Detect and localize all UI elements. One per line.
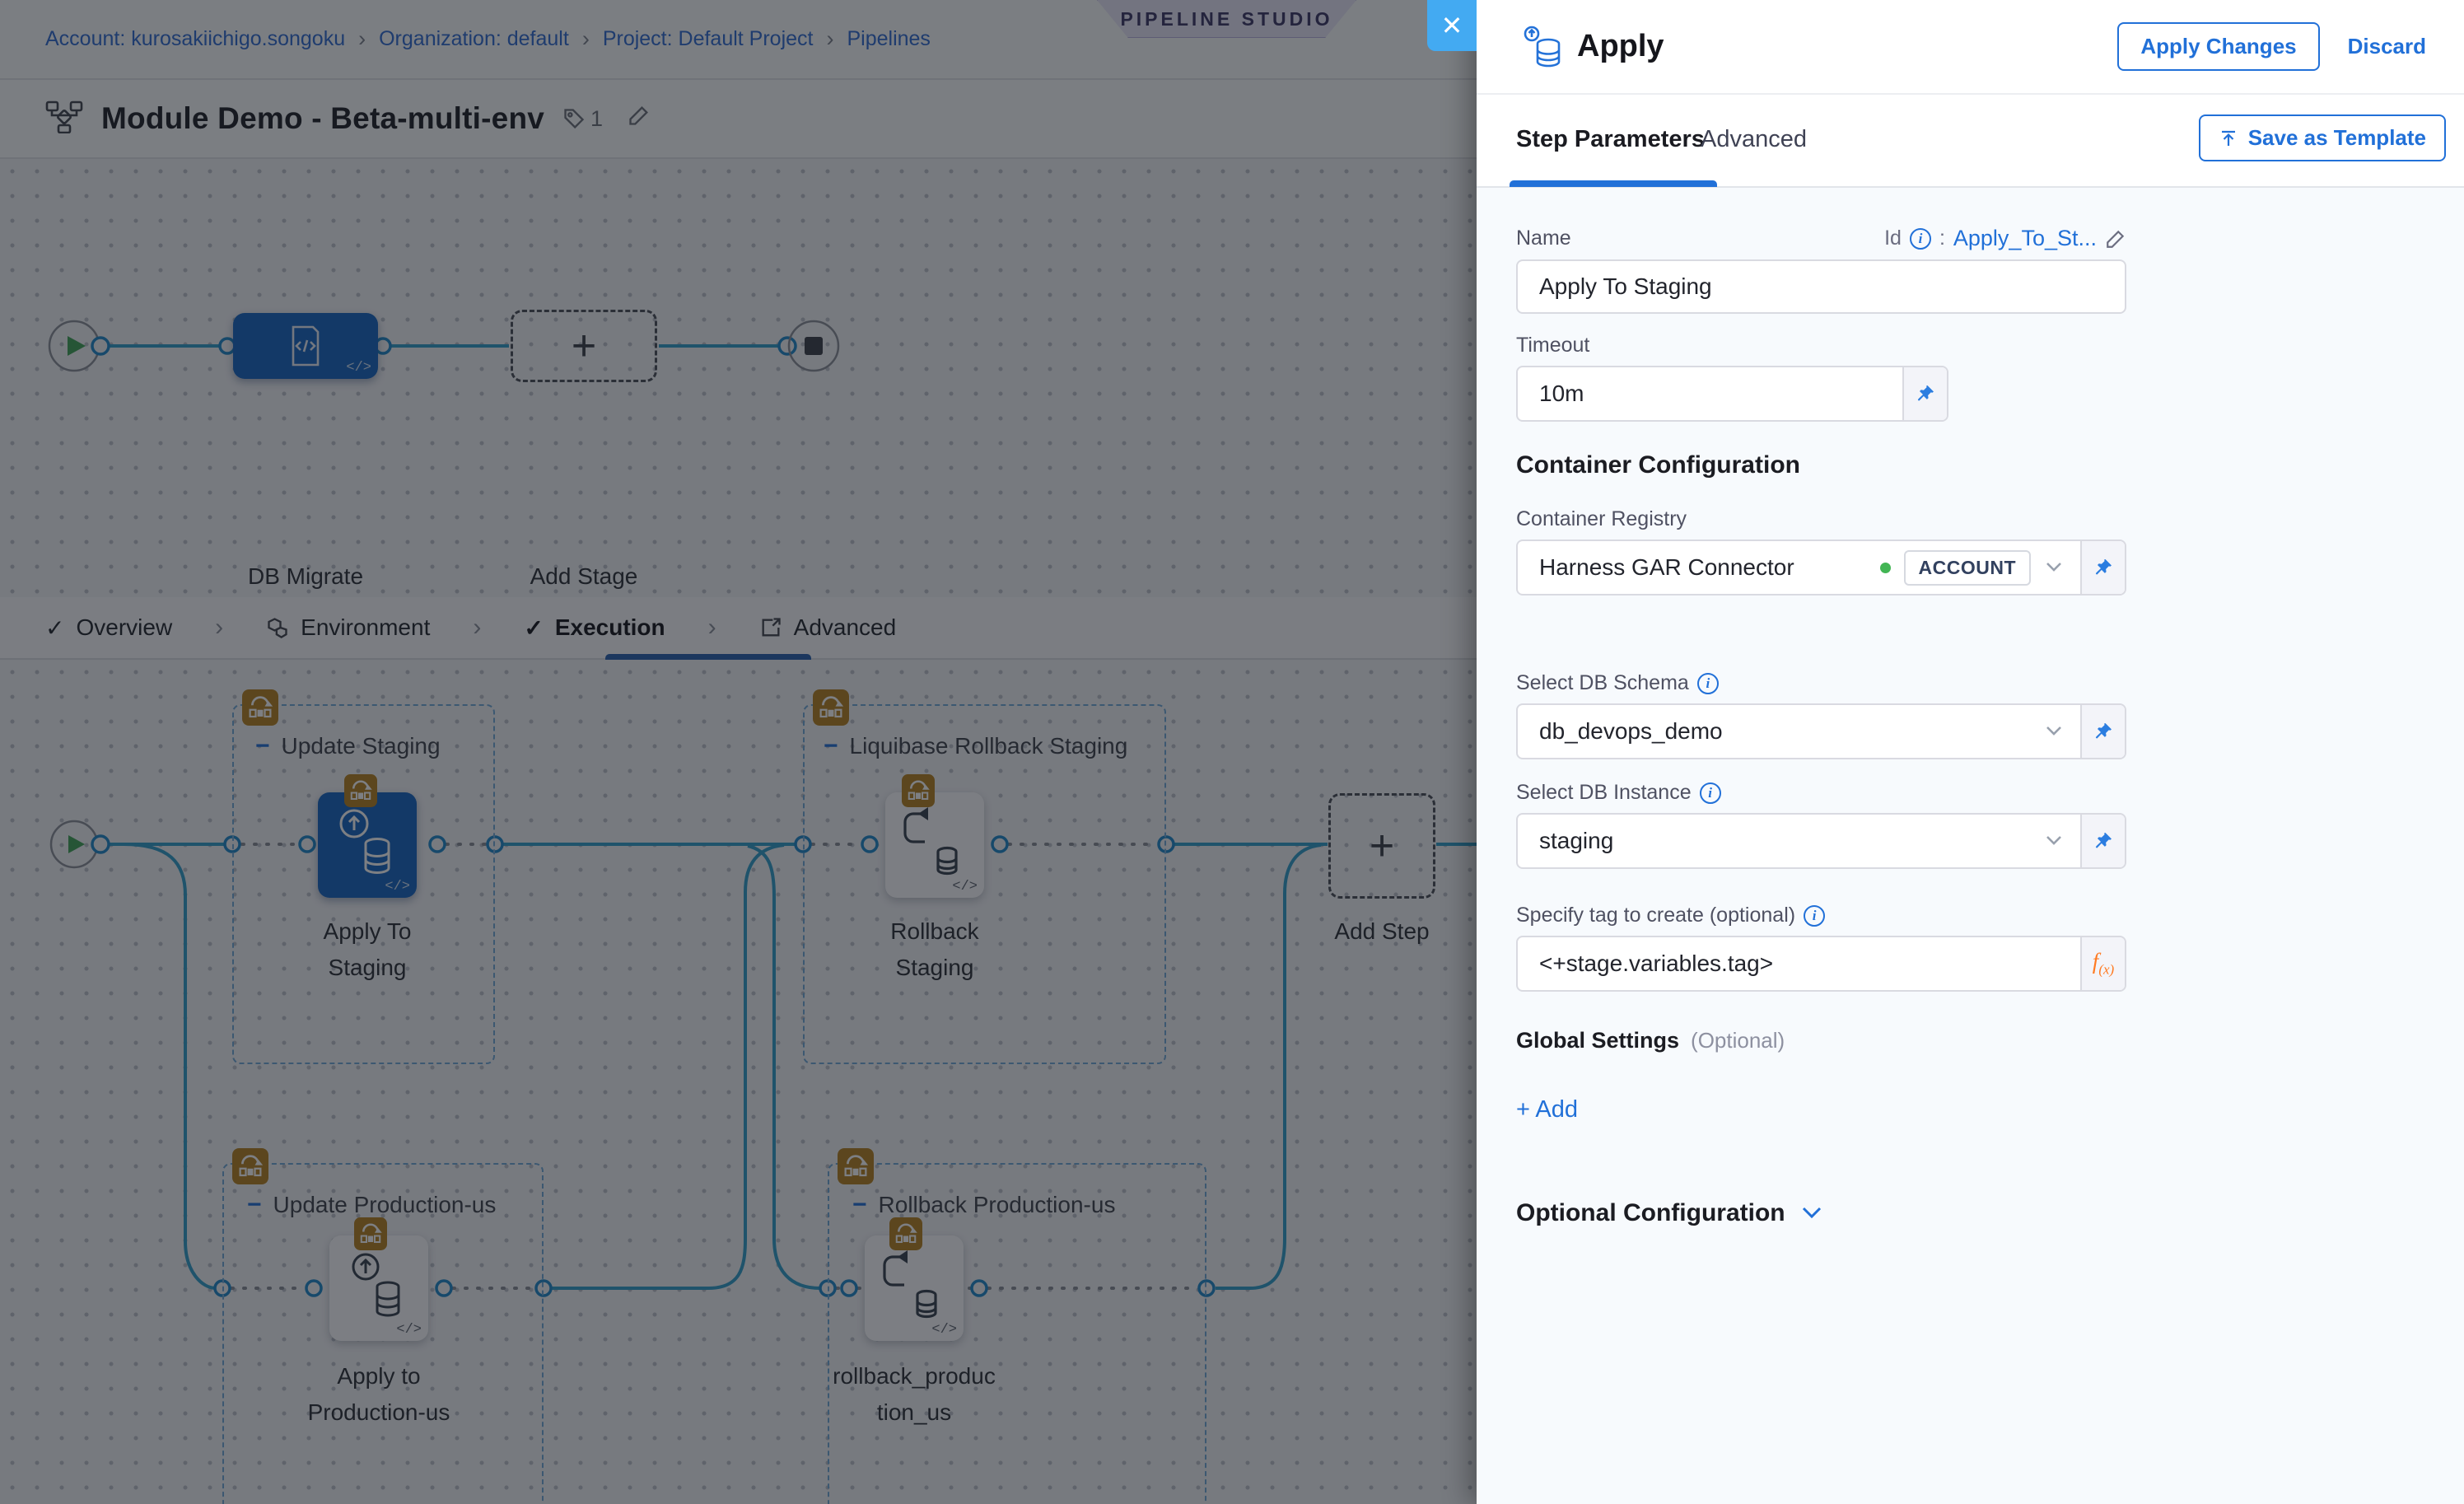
db-schema-label: Select DB Schemai	[1516, 671, 2464, 695]
input-type-addon[interactable]: f(x)	[2080, 937, 2125, 990]
upload-icon	[2219, 128, 2238, 148]
db-instance-value: staging	[1539, 828, 2044, 854]
step-config-drawer: Apply Apply Changes Discard Step Paramet…	[1477, 0, 2464, 1504]
input-type-addon[interactable]	[1902, 367, 1947, 420]
info-icon[interactable]: i	[1804, 905, 1825, 927]
drawer-header: Apply Apply Changes Discard	[1477, 0, 2464, 95]
apply-step-icon	[1523, 26, 1562, 68]
id-label: Id	[1884, 227, 1902, 250]
db-instance-select[interactable]: staging	[1516, 813, 2126, 869]
timeout-value[interactable]: 10m	[1539, 381, 1902, 407]
pin-icon	[2093, 722, 2113, 741]
tab-step-parameters[interactable]: Step Parameters	[1516, 126, 1705, 153]
optional-hint: (Optional)	[1691, 1028, 1785, 1053]
db-schema-select[interactable]: db_devops_demo	[1516, 703, 2126, 759]
pin-icon	[1916, 384, 1935, 404]
scope-badge: ACCOUNT	[1904, 550, 2032, 586]
timeout-label: Timeout	[1516, 334, 2464, 357]
close-drawer-button[interactable]: ✕	[1427, 0, 1477, 51]
pin-icon	[2093, 558, 2113, 577]
tag-to-create-field[interactable]: <+stage.variables.tag> f(x)	[1516, 936, 2126, 992]
chevron-down-icon[interactable]	[2044, 834, 2064, 848]
name-input[interactable]	[1516, 259, 2126, 314]
id-separator: :	[1939, 227, 1945, 250]
db-schema-value: db_devops_demo	[1539, 718, 2044, 745]
tag-to-create-label: Specify tag to create (optional)i	[1516, 904, 2464, 927]
optional-configuration-label: Optional Configuration	[1516, 1199, 1785, 1227]
input-type-addon[interactable]	[2080, 541, 2125, 594]
container-registry-field[interactable]: Harness GAR Connector ACCOUNT	[1516, 539, 2126, 596]
timeout-field[interactable]: 10m	[1516, 366, 1948, 422]
info-icon[interactable]: i	[1697, 673, 1719, 694]
info-icon[interactable]: i	[1700, 782, 1721, 804]
registry-value[interactable]: Harness GAR Connector	[1539, 554, 1794, 581]
step-id-value[interactable]: Apply_To_St...	[1953, 226, 2097, 251]
optional-configuration-toggle[interactable]: Optional Configuration	[1516, 1199, 2464, 1227]
pin-icon	[2093, 831, 2113, 851]
chevron-down-icon	[1800, 1206, 1823, 1221]
container-configuration-heading: Container Configuration	[1516, 451, 2464, 479]
save-as-template-label: Save as Template	[2248, 125, 2426, 151]
tab-advanced[interactable]: Advanced	[1701, 126, 1807, 153]
apply-changes-button[interactable]: Apply Changes	[2117, 22, 2319, 71]
edit-id-icon[interactable]	[2105, 228, 2126, 250]
connector-status-dot	[1880, 563, 1891, 573]
expression-icon: f(x)	[2093, 949, 2114, 978]
step-id-row: Id i : Apply_To_St...	[1884, 226, 2126, 251]
drawer-backdrop[interactable]	[0, 0, 1477, 1504]
container-registry-label: Container Registry	[1516, 507, 2464, 531]
info-icon[interactable]: i	[1910, 228, 1931, 250]
input-type-addon[interactable]	[2080, 705, 2125, 758]
close-icon: ✕	[1441, 10, 1463, 41]
chevron-down-icon[interactable]	[2044, 725, 2064, 738]
save-as-template-button[interactable]: Save as Template	[2199, 114, 2446, 161]
discard-link[interactable]: Discard	[2348, 34, 2426, 59]
chevron-down-icon[interactable]	[2044, 561, 2064, 574]
drawer-title: Apply	[1577, 29, 2117, 64]
name-label: Name	[1516, 227, 1571, 250]
global-settings-label: Global Settings	[1516, 1028, 1679, 1053]
input-type-addon[interactable]	[2080, 815, 2125, 867]
active-tab-underline	[1510, 180, 1717, 187]
step-parameters-panel: Name Id i : Apply_To_St... Timeout 10m C…	[1477, 188, 2464, 1504]
add-global-setting-link[interactable]: + Add	[1516, 1096, 2464, 1123]
db-instance-label: Select DB Instancei	[1516, 781, 2464, 805]
tag-to-create-value[interactable]: <+stage.variables.tag>	[1539, 951, 2080, 977]
drawer-tabs: Step Parameters Advanced Save as Templat…	[1477, 95, 2464, 188]
